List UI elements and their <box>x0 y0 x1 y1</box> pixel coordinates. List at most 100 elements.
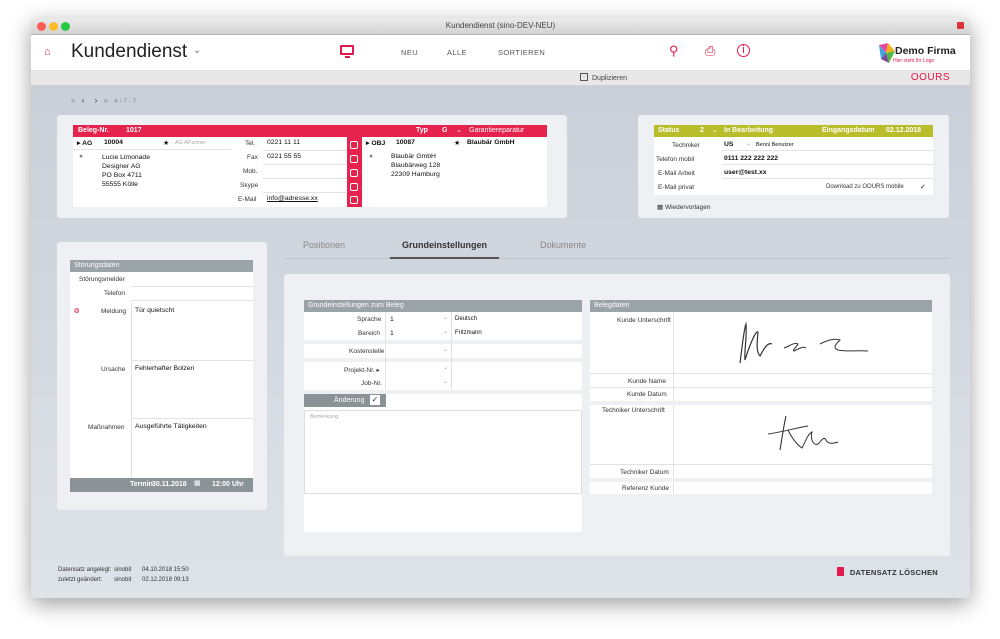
sprache-label: Sprache <box>357 316 382 323</box>
aenderung-row: Änderung ✓ <box>304 394 386 407</box>
bereich-value[interactable]: 1 <box>390 330 394 337</box>
record-position: 4 / 7 - 7 <box>114 98 137 105</box>
email-privat-label: E-Mail privat <box>658 184 695 191</box>
star-icon[interactable]: ★ <box>454 139 460 147</box>
info-icon[interactable]: i <box>737 44 750 57</box>
bereich-label: Bereich <box>358 330 381 337</box>
settings-icon[interactable]: ❂ <box>74 307 79 315</box>
next-record-icon[interactable]: › <box>95 96 98 105</box>
aenderung-checkbox[interactable]: ✓ <box>370 395 380 405</box>
tel-label: Tel. <box>245 140 256 147</box>
logo-text: Demo Firma <box>895 45 956 57</box>
ag-partner-select[interactable]: AG APartner <box>175 140 206 146</box>
beleg-header: Beleg-Nr. 1017 Typ G ⌄ Garantiereparatur <box>73 125 547 137</box>
grund-title: Grundeinstellungen zum Beleg <box>304 300 582 312</box>
main-toolbar: ⌂ Kundendienst ⌄ NEU ALLE SORTIEREN ⚲ ⎙ … <box>31 35 970 71</box>
ag-number[interactable]: 10004 <box>104 139 123 146</box>
beleg-nr-label: Beleg-Nr. <box>78 127 109 134</box>
chevron-down-icon[interactable]: ⌄ <box>443 364 448 371</box>
referenz-kunde-label: Referenz Kunde <box>622 485 669 492</box>
ag-address: Lucie Limonade Designer AG PO Box 4711 5… <box>102 154 150 188</box>
app-title: Kundendienst <box>71 41 188 62</box>
mobile-call-icon[interactable] <box>350 169 358 177</box>
kunde-name-label: Kunde Name <box>628 378 666 385</box>
obj-name: Blaubär GmbH <box>467 139 515 146</box>
belegdaten-title: Belegdaten <box>590 300 932 312</box>
wiedervorlagen-link[interactable]: ▦ Wiedervorlagen <box>657 203 711 211</box>
meldung-value[interactable]: Tür quietscht <box>135 307 174 314</box>
chevron-down-icon[interactable]: ⌄ <box>443 346 448 353</box>
window-title: Kundendienst (sino-DEV-NEU) <box>445 21 556 30</box>
stoerung-panel: Störungsdaten Störungsmelder Telefon ❂ M… <box>57 242 267 510</box>
contact-actions <box>347 137 362 207</box>
technician-signature[interactable] <box>762 410 842 460</box>
chevron-down-icon[interactable]: ⌄ <box>193 45 201 56</box>
nav-sortieren[interactable]: SORTIEREN <box>498 48 545 57</box>
duplicate-icon <box>580 73 588 81</box>
aenderung-label: Änderung <box>334 397 365 404</box>
tab-dokumente[interactable]: Dokumente <box>540 240 586 250</box>
sprache-name: Deutsch <box>455 316 478 322</box>
techniker-label: Techniker <box>672 142 700 149</box>
telefon-mobil-value[interactable]: 0111 222 222 222 <box>724 155 778 162</box>
delete-record-button[interactable]: DATENSATZ LÖSCHEN <box>836 567 938 577</box>
tel-value[interactable]: 0221 11 11 <box>267 139 300 146</box>
beleg-nr-value: 1017 <box>126 127 142 134</box>
kunde-datum-label: Kunde Datum <box>627 391 667 398</box>
calendar-icon[interactable]: ▦ <box>194 478 201 490</box>
ursache-value[interactable]: Fehlerhafter Bolzen <box>135 365 194 372</box>
app-window: Kundendienst (sino-DEV-NEU) ⌂ Kundendien… <box>31 18 970 598</box>
fax-value[interactable]: 0221 55 55 <box>267 153 301 160</box>
chevron-down-icon[interactable]: ⌄ <box>443 378 448 385</box>
fax-icon[interactable] <box>350 155 358 163</box>
eingangsdatum-value[interactable]: 02.12.2018 <box>886 127 921 134</box>
prev-record-icon[interactable]: ‹ <box>82 96 85 105</box>
monitor-icon[interactable] <box>340 45 354 58</box>
chevron-down-icon[interactable]: ⌄ <box>712 126 718 134</box>
typ-value[interactable]: G <box>442 127 447 134</box>
logo-subtext: Hier steht Ihr Logo <box>893 58 935 64</box>
home-icon[interactable]: ⌂ <box>44 46 51 58</box>
chevron-down-icon[interactable]: ⌄ <box>443 328 448 335</box>
download-checkbox[interactable]: ✓ <box>920 183 926 191</box>
trash-icon <box>836 567 844 576</box>
status-code[interactable]: 2 <box>700 127 704 134</box>
termin-label: Termin <box>130 481 153 488</box>
skype-icon[interactable] <box>350 183 358 191</box>
techniker-value[interactable]: US <box>724 141 733 148</box>
mail-icon[interactable] <box>350 196 358 204</box>
sprache-value[interactable]: 1 <box>390 316 394 323</box>
chevron-down-icon[interactable]: ⌄ <box>456 126 462 134</box>
call-icon[interactable] <box>350 141 358 149</box>
star-icon[interactable]: ★ <box>163 139 169 147</box>
nav-neu[interactable]: NEU <box>401 48 418 57</box>
bemerkung-textarea[interactable]: Bemerkung <box>304 410 582 494</box>
email-value[interactable]: info@adresse.xx <box>267 195 318 202</box>
telefon-mobil-label: Telefon mobil <box>656 156 695 163</box>
chevron-down-icon[interactable]: ⌄ <box>746 140 751 147</box>
bemerkung-placeholder: Bemerkung <box>310 414 339 420</box>
location-pin-icon: ● <box>369 153 374 160</box>
tab-grundeinstellungen[interactable]: Grundeinstellungen <box>402 240 487 250</box>
massnahmen-value[interactable]: Ausgeführte Tätigkeiten <box>135 423 207 430</box>
nav-alle[interactable]: ALLE <box>447 48 467 57</box>
tab-positionen[interactable]: Positionen <box>303 240 345 250</box>
techniker-name: Benni Benutzer <box>756 142 794 148</box>
customer-signature[interactable] <box>732 318 882 370</box>
job-nr-label: Job-Nr. <box>361 380 382 387</box>
termin-date[interactable]: 30.11.2018 <box>152 479 187 491</box>
last-record-icon[interactable]: » <box>104 96 108 105</box>
printer-icon[interactable]: ⎙ <box>705 43 715 59</box>
termin-time[interactable]: 12:00 Uhr <box>212 479 244 491</box>
chevron-down-icon[interactable]: ⌄ <box>443 314 448 321</box>
oours-brand: OOURS <box>910 72 950 83</box>
ag-label: ▸ AG <box>77 140 93 147</box>
obj-number[interactable]: 10087 <box>396 139 415 146</box>
first-record-icon[interactable]: « <box>71 96 75 105</box>
title-bar: Kundendienst (sino-DEV-NEU) <box>31 18 970 35</box>
search-icon[interactable]: ⚲ <box>669 43 679 59</box>
record-pager: « ‹ › » 4 / 7 - 7 <box>71 96 136 105</box>
email-label: E-Mail <box>238 196 257 203</box>
email-arbeit-value[interactable]: user@test.xx <box>724 169 767 176</box>
duplicate-button[interactable]: Duplizieren <box>580 73 627 82</box>
